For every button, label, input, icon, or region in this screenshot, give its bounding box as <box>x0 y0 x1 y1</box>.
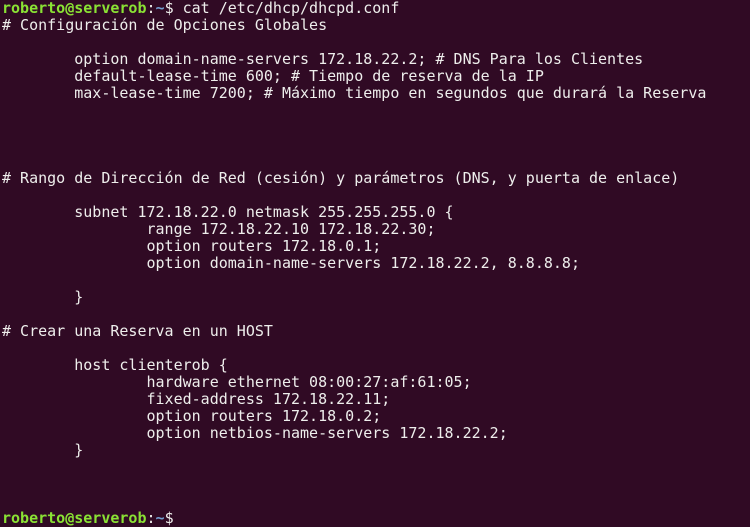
prompt-colon: : <box>146 0 156 17</box>
output-line: max-lease-time 7200; # Máximo tiempo en … <box>2 84 707 102</box>
command-output: # Configuración de Opciones Globales opt… <box>2 17 750 510</box>
output-line: } <box>2 288 84 306</box>
output-line: option routers 172.18.0.2; <box>2 407 382 425</box>
prompt-symbol: $ <box>164 0 174 17</box>
output-line: # Configuración de Opciones Globales <box>2 16 328 34</box>
output-line: range 172.18.22.10 172.18.22.30; <box>2 220 436 238</box>
active-prompt-line[interactable]: roberto@serverob:~$ <box>2 510 750 527</box>
command-prompt-line: roberto@serverob:~$ cat /etc/dhcp/dhcpd.… <box>2 0 750 17</box>
prompt-path: ~ <box>155 509 165 527</box>
prompt-symbol: $ <box>164 509 174 527</box>
output-line: subnet 172.18.22.0 netmask 255.255.255.0… <box>2 203 454 221</box>
output-line: host clienterob { <box>2 356 228 374</box>
output-line: fixed-address 172.18.22.11; <box>2 390 391 408</box>
output-line: option domain-name-servers 172.18.22.2; … <box>2 50 644 68</box>
output-line: option routers 172.18.0.1; <box>2 237 382 255</box>
output-line: default-lease-time 600; # Tiempo de rese… <box>2 67 544 85</box>
terminal-window[interactable]: roberto@serverob:~$ cat /etc/dhcp/dhcpd.… <box>2 0 750 527</box>
output-line: option netbios-name-servers 172.18.22.2; <box>2 424 508 442</box>
prompt-path: ~ <box>155 0 165 17</box>
output-line: } <box>2 441 84 459</box>
command-text: cat /etc/dhcp/dhcpd.conf <box>173 0 400 17</box>
prompt-user-host: roberto@serverob <box>2 0 147 17</box>
output-line: # Crear una Reserva en un HOST <box>2 322 273 340</box>
prompt-colon: : <box>146 509 156 527</box>
prompt-user-host: roberto@serverob <box>2 509 147 527</box>
output-line: option domain-name-servers 172.18.22.2, … <box>2 254 580 272</box>
output-line: hardware ethernet 08:00:27:af:61:05; <box>2 373 472 391</box>
output-line: # Rango de Dirección de Red (cesión) y p… <box>2 169 680 187</box>
